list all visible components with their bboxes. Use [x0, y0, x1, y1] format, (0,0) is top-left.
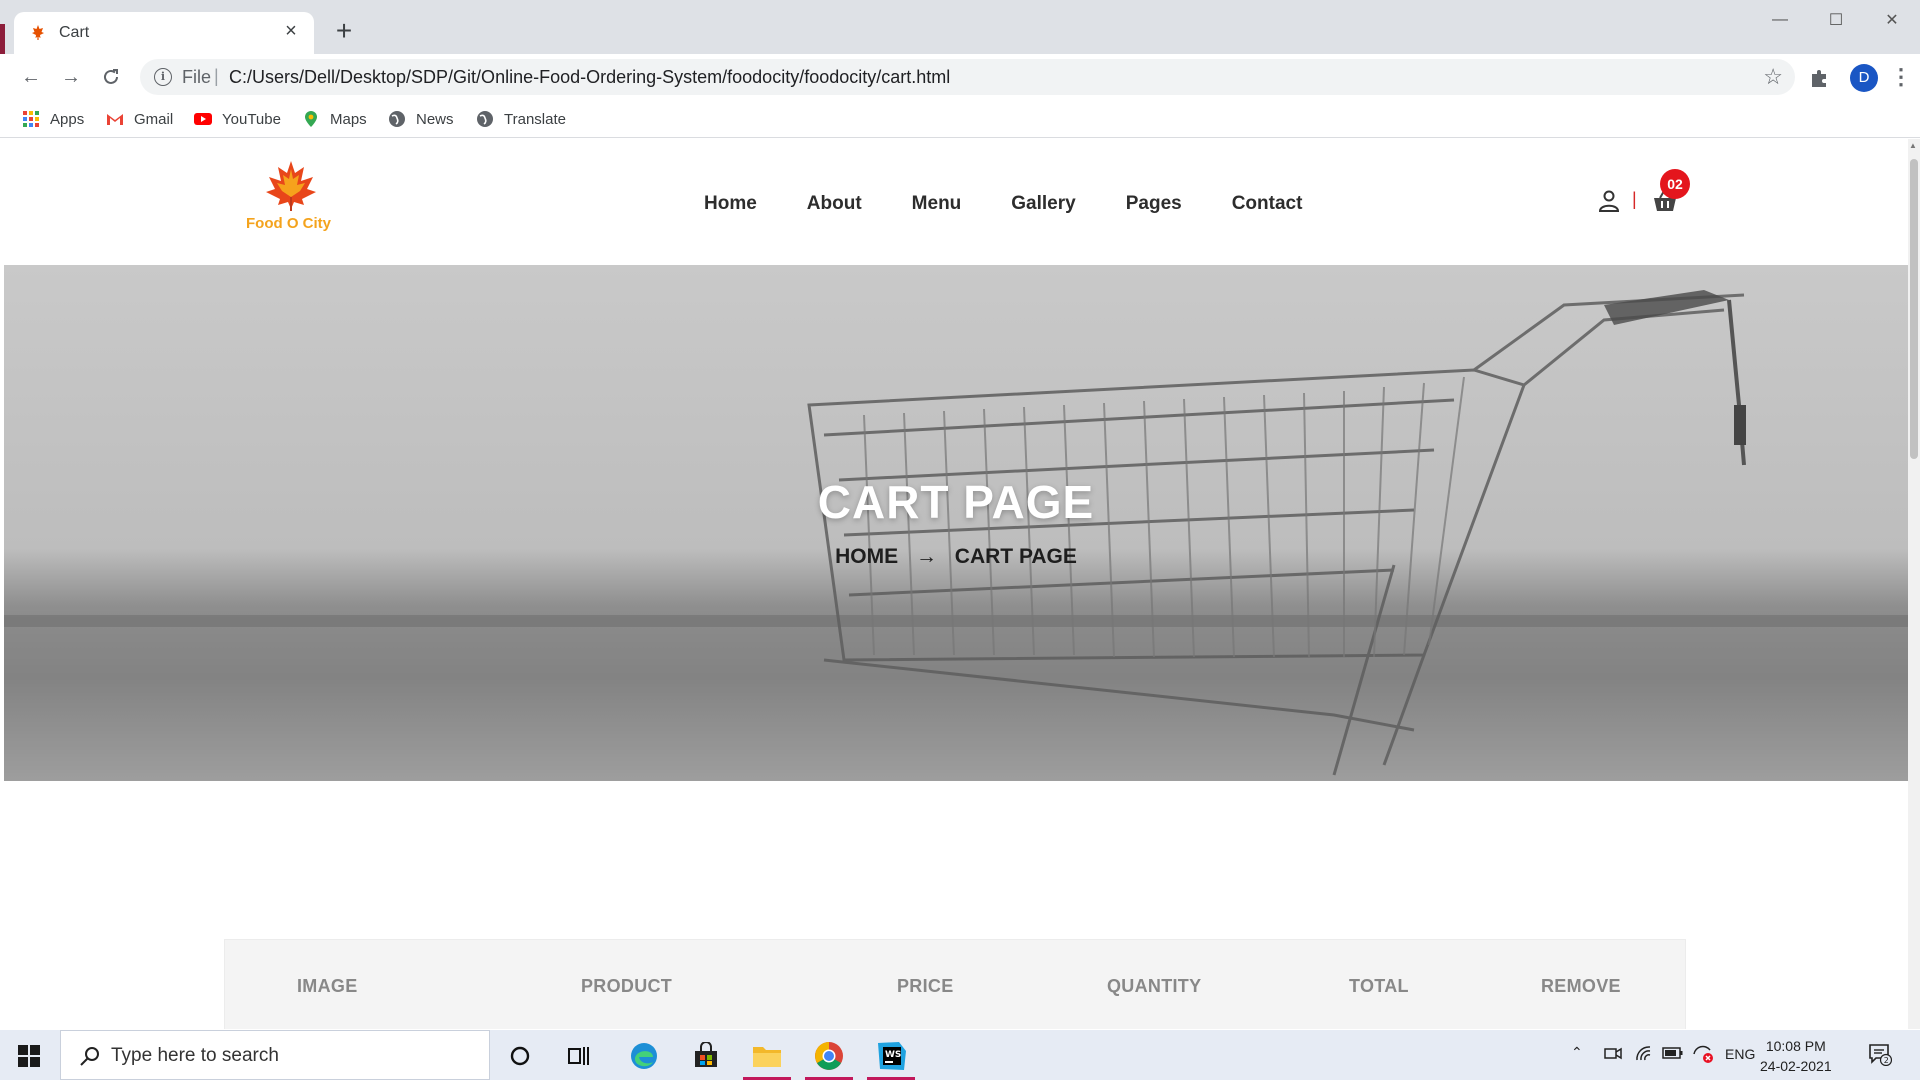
notification-center-icon[interactable]: 2 — [1868, 1042, 1892, 1066]
breadcrumb-arrow-icon: → — [915, 545, 937, 568]
column-header-price: PRICE — [897, 976, 954, 996]
maple-leaf-favicon-icon — [32, 25, 44, 40]
bookmark-label: Translate — [504, 110, 566, 128]
bookmark-label: Apps — [50, 110, 85, 128]
bookmark-star-icon[interactable]: ☆ — [1763, 64, 1783, 90]
cart-count-badge: 02 — [1660, 169, 1690, 199]
close-window-icon[interactable]: ✕ — [1864, 0, 1920, 40]
globe-icon — [389, 111, 405, 127]
apps-grid-icon — [23, 111, 39, 127]
extensions-puzzle-icon[interactable] — [1808, 66, 1832, 90]
url-scheme-label: File — [182, 67, 212, 87]
network-error-icon[interactable] — [1692, 1044, 1714, 1067]
language-indicator[interactable]: ENG — [1725, 1046, 1755, 1062]
site-info-icon[interactable]: i — [154, 68, 172, 86]
window-accent-strip — [0, 24, 5, 56]
bookmark-translate[interactable]: Translate — [476, 108, 566, 130]
taskbar-search-box[interactable]: Type here to search — [60, 1030, 490, 1080]
column-header-image: IMAGE — [297, 976, 358, 996]
clock-time: 10:08 PM — [1765, 1038, 1826, 1054]
bookmark-label: Gmail — [134, 110, 174, 128]
browser-tab-cart[interactable]: Cart × — [14, 12, 314, 54]
show-hidden-icons-icon[interactable]: ⌃ — [1571, 1044, 1583, 1061]
nav-about[interactable]: About — [807, 193, 862, 215]
forward-icon[interactable]: → — [56, 62, 86, 92]
bookmark-news[interactable]: News — [388, 108, 454, 130]
nav-home[interactable]: Home — [704, 193, 757, 215]
new-tab-icon[interactable]: + — [330, 17, 358, 46]
site-header: Food O City Home About Menu Gallery Page… — [4, 139, 1908, 265]
breadcrumb-home-link[interactable]: HOME — [835, 545, 898, 568]
nav-menu[interactable]: Menu — [912, 193, 962, 215]
window-controls: — ☐ ✕ — [1752, 0, 1920, 40]
bookmark-youtube[interactable]: YouTube — [194, 108, 281, 130]
cart-table-header: IMAGE PRODUCT PRICE QUANTITY TOTAL REMOV… — [224, 939, 1686, 1029]
page-scrollbar[interactable]: ▲ — [1908, 139, 1920, 1029]
windows-taskbar: Type here to search WS ⌃ ENG 10:08 PM 24… — [0, 1030, 1920, 1080]
page-viewport: Food O City Home About Menu Gallery Page… — [4, 139, 1908, 1029]
bookmark-label: News — [416, 110, 454, 128]
logo-text: Food O City — [246, 215, 331, 232]
column-header-total: TOTAL — [1349, 976, 1409, 996]
webstorm-icon[interactable]: WS — [875, 1039, 909, 1073]
scrollbar-thumb[interactable] — [1910, 159, 1918, 459]
bookmark-maps[interactable]: Maps — [302, 108, 367, 130]
wifi-icon[interactable] — [1635, 1045, 1653, 1066]
cortana-icon[interactable] — [503, 1039, 537, 1073]
browser-toolbar: ← → i File | C:/Users/Dell/Desktop/SDP/G… — [0, 54, 1920, 100]
column-header-quantity: QUANTITY — [1107, 976, 1202, 996]
minimize-icon[interactable]: — — [1752, 0, 1808, 40]
column-header-remove: REMOVE — [1541, 976, 1621, 996]
notification-count: 2 — [1884, 1056, 1889, 1065]
browser-tabbar: Cart × + — ☐ ✕ — [0, 0, 1920, 56]
camera-meeting-icon[interactable] — [1604, 1045, 1622, 1066]
bookmark-apps[interactable]: Apps — [22, 108, 84, 130]
site-logo[interactable]: Food O City — [226, 159, 356, 243]
breadcrumb-current: CART PAGE — [954, 545, 1077, 568]
address-bar[interactable]: i File | C:/Users/Dell/Desktop/SDP/Git/O… — [140, 59, 1795, 95]
nav-pages[interactable]: Pages — [1126, 193, 1182, 215]
taskbar-search-placeholder: Type here to search — [111, 1045, 279, 1066]
header-separator: | — [1632, 189, 1637, 209]
browser-menu-icon[interactable]: ⋮ — [1890, 62, 1912, 92]
page-title: CART PAGE — [817, 476, 1095, 528]
windows-start-icon[interactable] — [18, 1045, 40, 1067]
scroll-up-icon[interactable]: ▲ — [1909, 141, 1917, 150]
nav-contact[interactable]: Contact — [1232, 193, 1303, 215]
url-separator: | — [214, 66, 219, 86]
task-view-icon[interactable] — [562, 1039, 596, 1073]
battery-icon[interactable] — [1662, 1046, 1684, 1063]
taskbar-clock[interactable]: 10:08 PM 24-02-2021 — [1760, 1036, 1832, 1076]
edge-browser-icon[interactable] — [627, 1039, 661, 1073]
profile-avatar[interactable]: D — [1850, 64, 1878, 92]
main-nav: Home About Menu Gallery Pages Contact — [704, 193, 1352, 215]
file-explorer-icon[interactable] — [750, 1039, 784, 1073]
search-icon — [80, 1047, 99, 1066]
url-text[interactable]: C:/Users/Dell/Desktop/SDP/Git/Online-Foo… — [229, 67, 950, 88]
bookmark-gmail[interactable]: Gmail — [106, 108, 173, 130]
bookmarks-bar: Apps Gmail YouTube Maps News Translate — [0, 100, 1920, 138]
column-header-product: PRODUCT — [581, 976, 673, 996]
chrome-browser-icon[interactable] — [812, 1039, 846, 1073]
youtube-icon — [194, 113, 212, 125]
bookmark-label: Maps — [330, 110, 367, 128]
breadcrumb: HOME → CART PAGE — [4, 545, 1908, 569]
maps-pin-icon — [305, 111, 317, 127]
svg-text:WS: WS — [885, 1050, 901, 1060]
clock-date: 24-02-2021 — [1760, 1058, 1832, 1074]
tab-title: Cart — [59, 24, 90, 41]
nav-gallery[interactable]: Gallery — [1011, 193, 1075, 215]
globe-icon — [477, 111, 493, 127]
user-account-icon[interactable] — [1598, 189, 1620, 213]
maple-leaf-logo-icon — [266, 161, 316, 211]
reload-icon[interactable] — [96, 62, 126, 92]
maximize-icon[interactable]: ☐ — [1808, 0, 1864, 40]
microsoft-store-icon[interactable] — [689, 1039, 723, 1073]
hero-banner: CART PAGE HOME → CART PAGE — [4, 265, 1908, 781]
bookmark-label: YouTube — [222, 110, 281, 128]
gmail-icon — [107, 114, 123, 125]
back-icon[interactable]: ← — [16, 62, 46, 92]
close-tab-icon[interactable]: × — [280, 20, 302, 42]
